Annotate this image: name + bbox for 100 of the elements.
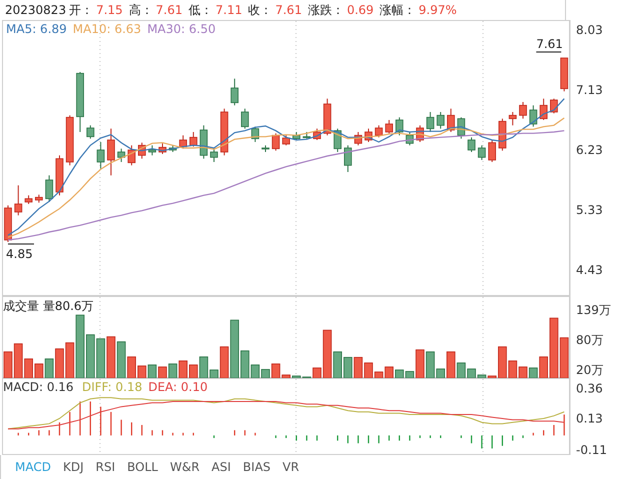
volume-bar: [178, 360, 188, 378]
candlestick: [179, 134, 187, 150]
candlestick: [117, 148, 126, 162]
indicator-tab[interactable]: VR: [276, 460, 306, 474]
price-axis-label: 8.03: [576, 23, 603, 37]
candlestick: [529, 104, 538, 128]
price-axis-label: 5.33: [576, 203, 603, 217]
candlestick: [96, 142, 105, 170]
quote-value: 0.69: [346, 3, 374, 17]
volume-axis-label: 20万: [576, 362, 604, 377]
candlestick: [282, 134, 290, 146]
quote-value: 7.11: [216, 3, 242, 17]
volume-bar: [168, 364, 178, 378]
quote-label: 涨幅：: [380, 2, 416, 18]
candlestick: [374, 124, 383, 138]
indicator-tab[interactable]: BIAS: [236, 460, 277, 474]
volume-bar: [106, 336, 116, 378]
indicator-tab[interactable]: KDJ: [56, 460, 90, 474]
quote-label: 高：: [128, 2, 153, 18]
candlestick: [251, 126, 260, 142]
candlestick: [168, 144, 177, 152]
quote-value: 7.61: [156, 3, 183, 17]
candlestick: [148, 144, 156, 156]
candlestick: [107, 128, 115, 176]
candlestick: [76, 72, 84, 132]
candlestick: [498, 118, 506, 152]
candlestick: [128, 144, 136, 166]
volume-bar: [344, 356, 352, 378]
volume-bar: [395, 370, 404, 378]
volume-bar: [158, 366, 167, 378]
candlestick: [519, 102, 527, 120]
quote-value: 7.15: [96, 3, 123, 17]
volume-title: 成交量 量80.6万: [3, 299, 94, 313]
macd-legend: DEA: 0.10: [148, 380, 208, 394]
candlestick: [344, 144, 352, 172]
volume-bar: [86, 334, 95, 378]
candlestick: [292, 132, 300, 140]
candlestick: [364, 128, 372, 142]
quote-value: 7.61: [275, 3, 302, 17]
candlestick: [45, 174, 54, 202]
candlestick: [272, 132, 280, 152]
quote-label: 低：: [188, 2, 213, 18]
quote-label: 涨跌：: [308, 2, 344, 18]
candlestick: [4, 204, 12, 242]
candlestick: [540, 98, 548, 120]
candlestick: [230, 78, 238, 106]
candlestick: [210, 148, 218, 162]
macd-axis-label: 0.13: [576, 411, 603, 426]
indicator-tab[interactable]: BOLL: [121, 460, 164, 474]
indicator-tab[interactable]: W&R: [164, 460, 206, 474]
moving-average-legend: MA10: 6.63: [72, 22, 142, 36]
moving-average-legend: MA5: 6.89: [6, 22, 67, 36]
candlestick: [508, 112, 517, 126]
quote-label: 收：: [248, 2, 272, 18]
quote-label: 开：: [69, 2, 94, 18]
indicator-tab[interactable]: ASI: [206, 460, 237, 474]
volume-bar: [96, 338, 106, 378]
candlestick: [262, 144, 270, 152]
volume-bar: [138, 366, 146, 378]
volume-bar: [4, 351, 12, 378]
candlestick: [396, 116, 404, 136]
candlestick: [354, 132, 362, 146]
price-axis-label: 4.43: [576, 263, 603, 277]
candlestick: [385, 120, 393, 134]
candlestick: [468, 136, 476, 152]
candlestick: [14, 184, 22, 216]
candlestick: [66, 114, 74, 166]
candlestick: [478, 144, 486, 160]
candlestick: [457, 116, 466, 140]
candlestick: [302, 132, 311, 140]
candlestick: [416, 124, 424, 142]
candlestick: [158, 142, 166, 154]
macd-axis-label: -0.11: [576, 442, 608, 455]
volume-bar: [148, 364, 157, 378]
candlestick: [560, 58, 568, 92]
candlestick: [426, 112, 434, 132]
macd-legend: DIFF: 0.18: [82, 380, 142, 394]
candlestick: [35, 194, 43, 204]
volume-bar: [354, 356, 363, 378]
macd-axis-label: 0.36: [576, 381, 603, 396]
quote-value: 9.97%: [418, 3, 457, 17]
price-axis-label: 6.23: [576, 143, 603, 157]
candlestick: [24, 194, 32, 204]
price-axis-label: 7.13: [576, 83, 603, 97]
macd-legend: MACD: 0.16: [3, 380, 74, 394]
candlestick: [241, 108, 249, 130]
candlestick: [323, 98, 332, 136]
volume-axis-label: 80万: [576, 332, 604, 347]
annotation: 4.85: [6, 247, 33, 261]
candlestick: [488, 140, 496, 162]
candlestick: [190, 132, 198, 148]
indicator-tab[interactable]: RSI: [90, 460, 122, 474]
candlestick: [56, 154, 64, 196]
candlestick: [406, 132, 414, 146]
volume-bar: [34, 364, 44, 378]
candlestick: [86, 124, 94, 140]
candlestick: [200, 124, 208, 160]
candlestick: [313, 128, 321, 140]
date-label: 20230823: [5, 3, 66, 17]
candlestick: [447, 108, 455, 132]
